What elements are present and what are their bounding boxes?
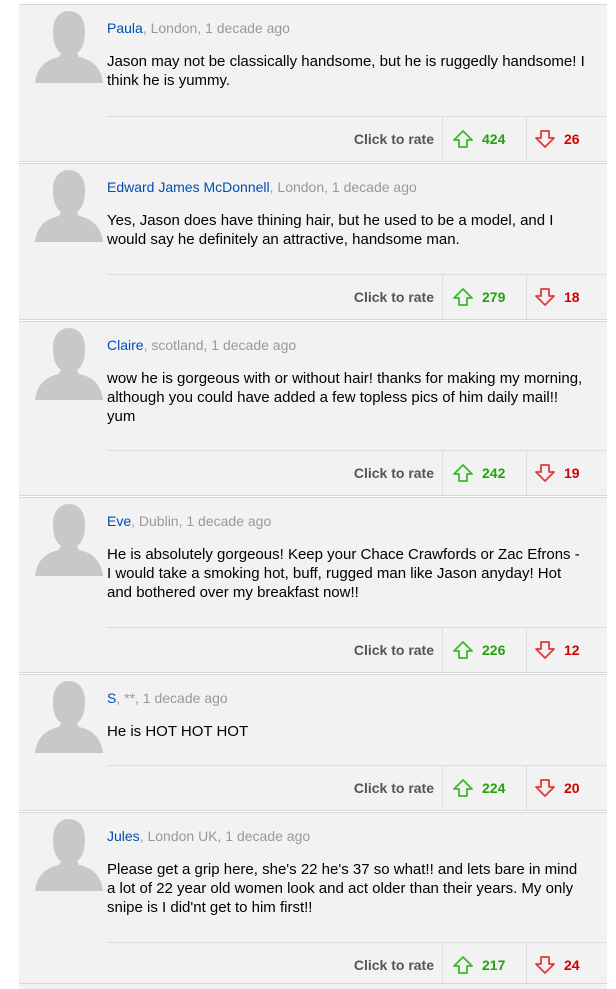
comment-item: Jules, London UK, 1 decade ago Please ge… [19,812,607,988]
arrow-up-icon [453,288,473,306]
avatar-placeholder-icon[interactable] [31,166,107,242]
downvote-count: 26 [564,131,580,147]
comment-text: Please get a grip here, she's 22 he's 37… [107,861,578,916]
author-name[interactable]: Jules [107,828,140,844]
next-comment-edge [19,983,607,989]
comment-meta: Edward James McDonnell, London, 1 decade… [107,176,607,198]
upvote-button[interactable]: 226 [442,628,526,672]
rating-bar: Click to rate 224 20 [107,765,607,810]
comment-text: He is HOT HOT HOT [107,723,249,740]
arrow-down-icon [535,956,555,974]
comment-time: 1 decade ago [201,20,290,36]
click-to-rate-label[interactable]: Click to rate [354,289,434,305]
arrow-up-icon [453,956,473,974]
downvote-button[interactable]: 20 [526,766,607,810]
comment-meta: Paula, London, 1 decade ago [107,17,607,39]
downvote-button[interactable]: 26 [526,117,607,161]
downvote-button[interactable]: 18 [526,275,607,319]
comment-item: Edward James McDonnell, London, 1 decade… [19,163,607,320]
comment-text: Yes, Jason does have thining hair, but h… [107,212,554,248]
upvote-count: 224 [482,780,506,796]
rating-bar: Click to rate 242 19 [107,450,607,495]
comment-time: 1 decade ago [328,179,417,195]
author-name[interactable]: Eve [107,513,131,529]
rating-bar: Click to rate 424 26 [107,116,607,161]
click-to-rate-label[interactable]: Click to rate [354,642,434,658]
comment-time: 1 decade ago [221,828,311,844]
comment-meta: Jules, London UK, 1 decade ago [107,825,607,847]
author-name[interactable]: Claire [107,337,144,353]
author-location: , London UK, [139,828,222,844]
author-location: , London, [142,20,202,36]
click-to-rate-label[interactable]: Click to rate [354,465,434,481]
upvote-button[interactable]: 424 [442,117,526,161]
arrow-up-icon [453,641,473,659]
arrow-down-icon [535,779,555,797]
upvote-button[interactable]: 242 [442,451,526,495]
arrow-down-icon [535,288,555,306]
upvote-count: 279 [482,289,506,305]
comment-meta: Claire, scotland, 1 decade ago [107,334,607,356]
upvote-button[interactable]: 279 [442,275,526,319]
click-to-rate-label[interactable]: Click to rate [354,131,434,147]
downvote-button[interactable]: 12 [526,628,607,672]
author-location: , Dublin, [131,513,183,529]
author-location: , scotland, [143,337,208,353]
downvote-count: 18 [564,289,580,305]
arrow-down-icon [535,464,555,482]
comment-meta: Eve, Dublin, 1 decade ago [107,510,607,532]
upvote-count: 242 [482,465,506,481]
comment-item: S, **, 1 decade ago He is HOT HOT HOT Cl… [19,674,607,811]
comment-item: Claire, scotland, 1 decade ago wow he is… [19,321,607,496]
comment-text: wow he is gorgeous with or without hair!… [107,370,583,425]
arrow-down-icon [535,641,555,659]
rating-bar: Click to rate 279 18 [107,274,607,319]
arrow-down-icon [535,130,555,148]
avatar-placeholder-icon[interactable] [31,324,107,400]
downvote-button[interactable]: 24 [526,943,607,987]
arrow-up-icon [453,779,473,797]
author-name[interactable]: Edward James McDonnell [107,179,270,195]
downvote-count: 20 [564,780,580,796]
click-to-rate-label[interactable]: Click to rate [354,780,434,796]
avatar-placeholder-icon[interactable] [31,677,107,753]
comment-meta: S, **, 1 decade ago [107,687,607,709]
rating-bar: Click to rate 226 12 [107,627,607,672]
avatar-placeholder-icon[interactable] [31,815,107,891]
arrow-up-icon [453,464,473,482]
author-location: , London, [269,179,329,195]
comment-time: 1 decade ago [182,513,272,529]
comment-text: Jason may not be classically handsome, b… [107,53,585,89]
upvote-count: 226 [482,642,506,658]
downvote-button[interactable]: 19 [526,451,607,495]
downvote-count: 19 [564,465,580,481]
downvote-count: 24 [564,957,580,973]
comment-item: Eve, Dublin, 1 decade ago He is absolute… [19,497,607,673]
upvote-count: 424 [482,131,506,147]
comment-time: 1 decade ago [138,690,228,706]
avatar-placeholder-icon[interactable] [31,7,107,83]
author-location: , **, [116,690,139,706]
downvote-count: 12 [564,642,580,658]
comment-item: Paula, London, 1 decade ago Jason may no… [19,4,607,162]
author-name[interactable]: S [107,690,116,706]
click-to-rate-label[interactable]: Click to rate [354,957,434,973]
upvote-button[interactable]: 217 [442,943,526,987]
avatar-placeholder-icon[interactable] [31,500,107,576]
arrow-up-icon [453,130,473,148]
upvote-count: 217 [482,957,506,973]
comments-list: Paula, London, 1 decade ago Jason may no… [19,4,607,989]
upvote-button[interactable]: 224 [442,766,526,810]
rating-bar: Click to rate 217 24 [107,942,607,987]
author-name[interactable]: Paula [107,20,143,36]
comment-text: He is absolutely gorgeous! Keep your Cha… [107,546,580,601]
comment-time: 1 decade ago [207,337,297,353]
